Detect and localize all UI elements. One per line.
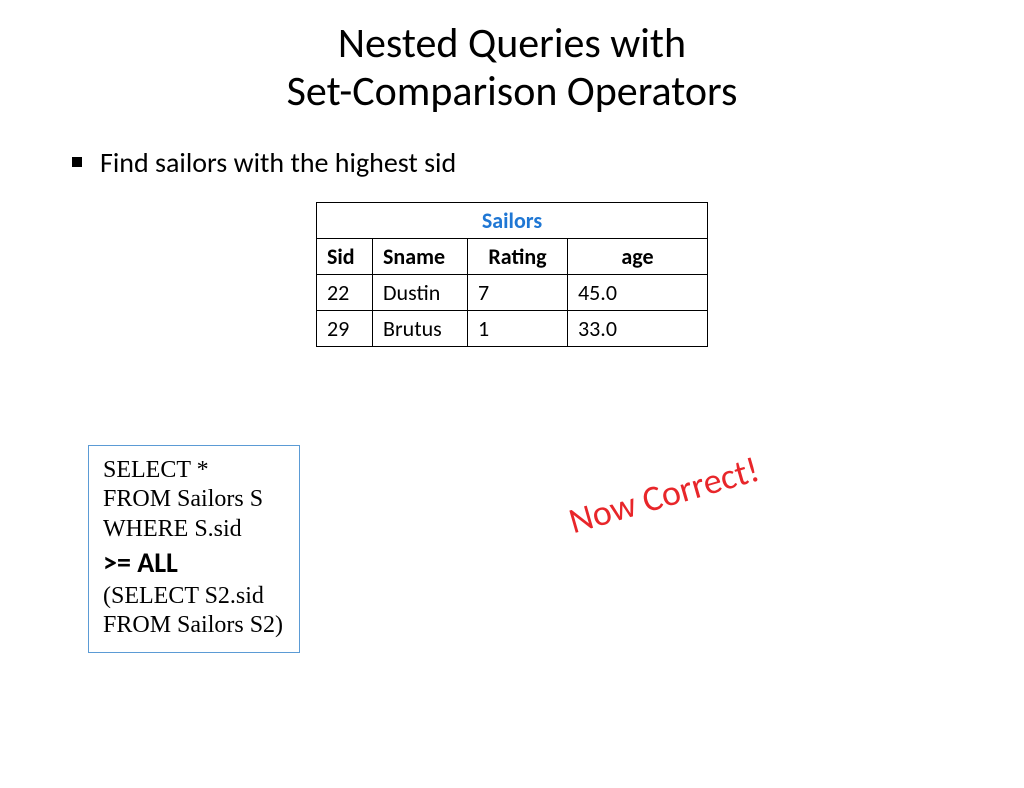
table-row: 22 Dustin 7 45.0	[317, 274, 708, 310]
query-line: SELECT *	[103, 456, 283, 485]
col-header-age: age	[568, 238, 708, 274]
cell-sid: 22	[317, 274, 373, 310]
sql-query-box: SELECT * FROM Sailors S WHERE S.sid >= A…	[88, 445, 300, 653]
table-row: 29 Brutus 1 33.0	[317, 310, 708, 346]
col-header-rating: Rating	[468, 238, 568, 274]
sailors-table-wrap: Sailors Sid Sname Rating age 22 Dustin 7…	[0, 202, 1024, 347]
query-line: FROM Sailors S	[103, 485, 283, 514]
cell-sname: Dustin	[373, 274, 468, 310]
table-header-row: Sid Sname Rating age	[317, 238, 708, 274]
cell-age: 45.0	[568, 274, 708, 310]
query-line: FROM Sailors S2)	[103, 611, 283, 640]
cell-sid: 29	[317, 310, 373, 346]
title-line-1: Nested Queries with	[338, 18, 686, 69]
bullet-text: Find sailors with the highest sid	[100, 145, 456, 180]
table-caption: Sailors	[317, 202, 708, 238]
cell-rating: 1	[468, 310, 568, 346]
slide-title: Nested Queries with Set-Comparison Opera…	[0, 20, 1024, 117]
query-line-emph: >= ALL	[103, 546, 283, 580]
now-correct-callout: Now Correct!	[564, 447, 764, 543]
cell-sname: Brutus	[373, 310, 468, 346]
col-header-sid: Sid	[317, 238, 373, 274]
query-line: WHERE S.sid	[103, 515, 283, 544]
query-line: (SELECT S2.sid	[103, 582, 283, 611]
cell-rating: 7	[468, 274, 568, 310]
cell-age: 33.0	[568, 310, 708, 346]
table-caption-row: Sailors	[317, 202, 708, 238]
title-line-2: Set-Comparison Operators	[287, 66, 738, 117]
sailors-table: Sailors Sid Sname Rating age 22 Dustin 7…	[316, 202, 708, 347]
col-header-sname: Sname	[373, 238, 468, 274]
bullet-square-icon	[72, 157, 82, 167]
bullet-item: Find sailors with the highest sid	[72, 145, 1024, 180]
